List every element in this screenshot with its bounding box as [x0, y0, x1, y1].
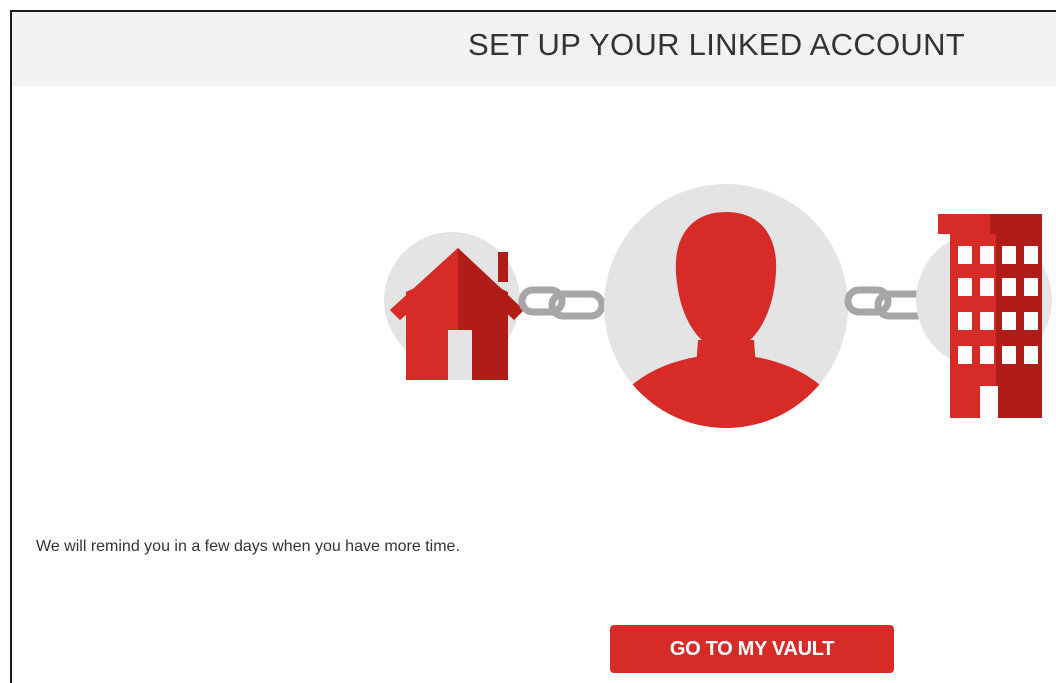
chain-link-icon	[844, 286, 932, 320]
dialog-header: SET UP YOUR LINKED ACCOUNT	[12, 12, 1056, 86]
reminder-message: We will remind you in a few days when yo…	[36, 538, 460, 555]
go-to-vault-button[interactable]: GO TO MY VAULT	[610, 625, 894, 673]
person-avatar-icon	[604, 184, 848, 428]
dialog-frame: SET UP YOUR LINKED ACCOUNT We will remin…	[10, 10, 1056, 683]
page-title: SET UP YOUR LINKED ACCOUNT	[468, 27, 966, 62]
linked-account-illustration	[372, 172, 1056, 442]
chain-link-icon	[518, 286, 606, 320]
house-icon	[384, 232, 524, 380]
office-building-icon	[916, 214, 1052, 418]
